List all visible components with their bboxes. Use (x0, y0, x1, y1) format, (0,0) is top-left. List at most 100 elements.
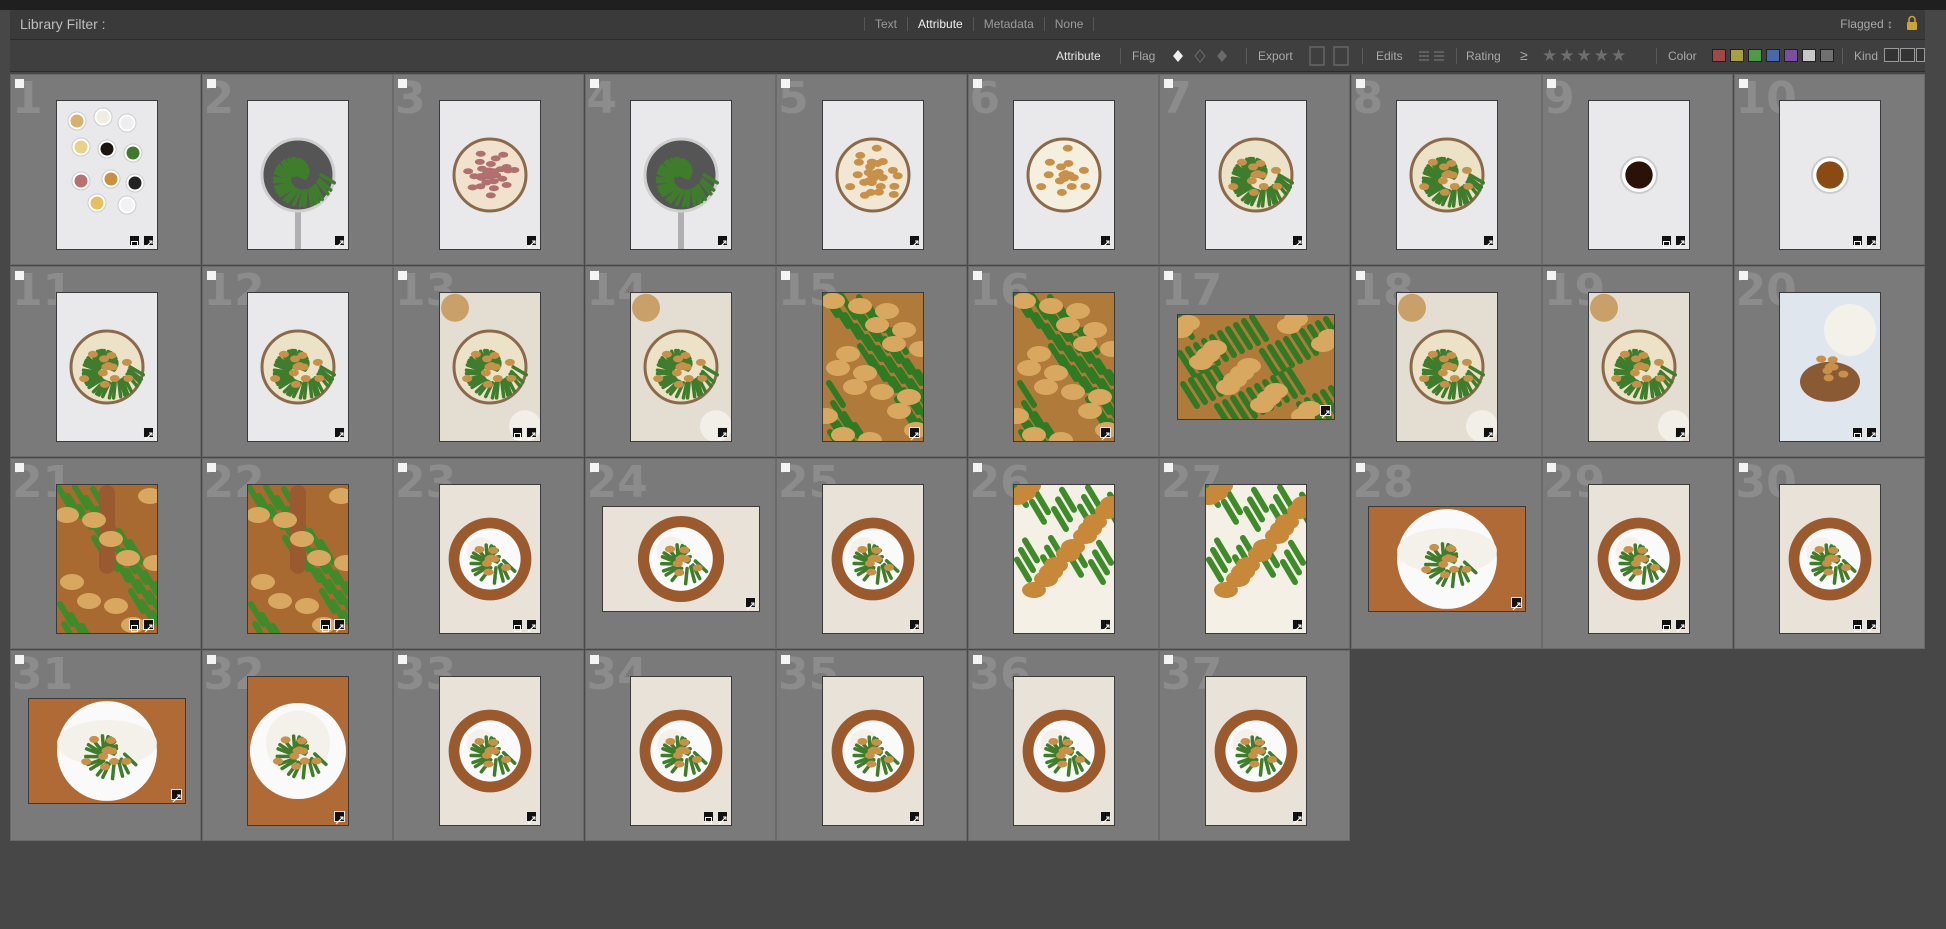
develop-adjustments-badge-icon[interactable] (1483, 234, 1494, 248)
grid-cell[interactable]: 10 (1733, 74, 1925, 265)
grid-cell[interactable]: 19 (1542, 266, 1733, 457)
pick-flag-icon[interactable] (1164, 655, 1173, 664)
photo-thumbnail[interactable] (631, 676, 731, 825)
pick-flag-icon[interactable] (1738, 463, 1748, 472)
pick-flag-icon[interactable] (398, 271, 407, 280)
develop-adjustments-badge-icon[interactable] (334, 810, 345, 824)
grid-cell[interactable]: 22 (201, 458, 393, 649)
kind-video-icon[interactable] (1916, 48, 1925, 62)
develop-adjustments-badge-icon[interactable] (1674, 234, 1686, 248)
grid-cell[interactable]: 32 (201, 650, 393, 841)
pick-flag-icon[interactable] (1738, 79, 1748, 88)
grid-cell[interactable]: 29 (1542, 458, 1733, 649)
grid-cell[interactable]: 23 (393, 458, 584, 649)
grid-cell[interactable]: 27 (1159, 458, 1350, 649)
grid-cell[interactable]: 1 (10, 74, 201, 265)
develop-adjustments-badge-icon[interactable] (1511, 596, 1522, 610)
pick-flag-icon[interactable] (398, 463, 407, 472)
crop-badge-icon[interactable] (1852, 618, 1863, 632)
photo-thumbnail[interactable] (1588, 100, 1689, 249)
photo-thumbnail[interactable] (1014, 100, 1114, 249)
photo-thumbnail[interactable] (56, 484, 157, 633)
develop-adjustments-badge-icon[interactable] (745, 596, 756, 610)
photo-thumbnail[interactable] (248, 100, 348, 249)
filter-mode-attribute[interactable]: Attribute (907, 17, 973, 31)
pick-flag-icon[interactable] (15, 271, 24, 280)
develop-adjustments-badge-icon[interactable] (908, 618, 920, 632)
crop-badge-icon[interactable] (1660, 234, 1672, 248)
develop-adjustments-badge-icon[interactable] (1100, 618, 1111, 632)
photo-thumbnail[interactable] (631, 292, 731, 441)
pick-flag-icon[interactable] (1164, 271, 1173, 280)
kind-master-photo-icon[interactable] (1884, 48, 1899, 62)
pick-flag-icon[interactable] (589, 655, 599, 664)
develop-adjustments-badge-icon[interactable] (1100, 810, 1111, 824)
photo-thumbnail[interactable] (1205, 676, 1306, 825)
develop-adjustments-badge-icon[interactable] (908, 234, 920, 248)
develop-adjustments-badge-icon[interactable] (525, 234, 537, 248)
develop-adjustments-badge-icon[interactable] (908, 426, 920, 440)
grid-cell[interactable]: 28 (1350, 458, 1542, 649)
lock-icon[interactable] (1905, 15, 1919, 31)
filter-mode-text[interactable]: Text (864, 17, 907, 31)
crop-badge-icon[interactable] (511, 426, 523, 440)
pick-flag-icon[interactable] (206, 79, 216, 88)
photo-thumbnail[interactable] (1369, 506, 1525, 611)
grid-cell[interactable]: 5 (776, 74, 967, 265)
color-swatch[interactable] (1784, 49, 1798, 62)
grid-cell[interactable]: 16 (967, 266, 1159, 457)
pick-flag-icon[interactable] (972, 655, 982, 664)
grid-cell[interactable]: 21 (10, 458, 201, 649)
grid-cell[interactable]: 2 (201, 74, 393, 265)
develop-adjustments-badge-icon[interactable] (1100, 234, 1111, 248)
grid-cell[interactable]: 20 (1733, 266, 1925, 457)
photo-thumbnail[interactable] (439, 292, 540, 441)
pick-flag-icon[interactable] (972, 271, 982, 280)
pick-flag-icon[interactable] (15, 463, 24, 472)
grid-cell[interactable]: 35 (776, 650, 967, 841)
crop-badge-icon[interactable] (128, 618, 140, 632)
pick-flag-icon[interactable] (589, 271, 599, 280)
grid-cell[interactable]: 30 (1733, 458, 1925, 649)
rating-operator[interactable]: ≥ (1520, 47, 1528, 63)
photo-thumbnail[interactable] (1014, 484, 1114, 633)
color-swatch[interactable] (1766, 49, 1780, 62)
pick-flag-icon[interactable] (1164, 79, 1173, 88)
photo-thumbnail[interactable] (1177, 314, 1334, 419)
develop-adjustments-badge-icon[interactable] (334, 618, 345, 632)
develop-adjustments-badge-icon[interactable] (334, 426, 345, 440)
develop-adjustments-badge-icon[interactable] (717, 426, 728, 440)
filter-mode-none[interactable]: None (1043, 17, 1095, 31)
crop-badge-icon[interactable] (320, 618, 331, 632)
crop-badge-icon[interactable] (1660, 618, 1672, 632)
develop-adjustments-badge-icon[interactable] (170, 788, 182, 802)
develop-adjustments-badge-icon[interactable] (142, 618, 154, 632)
photo-thumbnail[interactable] (28, 698, 185, 803)
grid-cell[interactable]: 37 (1159, 650, 1350, 841)
develop-adjustments-badge-icon[interactable] (142, 426, 154, 440)
develop-adjustments-badge-icon[interactable] (717, 234, 728, 248)
grid-cell[interactable]: 4 (584, 74, 776, 265)
pick-flag-icon[interactable] (398, 655, 407, 664)
grid-cell[interactable]: 11 (10, 266, 201, 457)
crop-badge-icon[interactable] (511, 618, 523, 632)
crop-badge-icon[interactable] (703, 810, 714, 824)
develop-adjustments-badge-icon[interactable] (525, 618, 537, 632)
photo-thumbnail[interactable] (822, 292, 923, 441)
pick-flag-icon[interactable] (972, 79, 982, 88)
kind-virtual-copy-icon[interactable] (1900, 48, 1915, 62)
develop-adjustments-badge-icon[interactable] (1866, 234, 1877, 248)
develop-adjustments-badge-icon[interactable] (1483, 426, 1494, 440)
grid-cell[interactable]: 13 (393, 266, 584, 457)
photo-thumbnail[interactable] (1205, 100, 1306, 249)
pick-flag-icon[interactable] (1547, 463, 1556, 472)
develop-adjustments-badge-icon[interactable] (1291, 234, 1303, 248)
develop-adjustments-badge-icon[interactable] (1866, 426, 1877, 440)
edits-filter-icons[interactable] (1418, 50, 1446, 62)
grid-cell[interactable]: 33 (393, 650, 584, 841)
grid-cell[interactable]: 18 (1350, 266, 1542, 457)
pick-flag-icon[interactable] (1355, 271, 1365, 280)
photo-thumbnail[interactable] (439, 100, 540, 249)
develop-adjustments-badge-icon[interactable] (1674, 426, 1686, 440)
photo-thumbnail[interactable] (1588, 484, 1689, 633)
